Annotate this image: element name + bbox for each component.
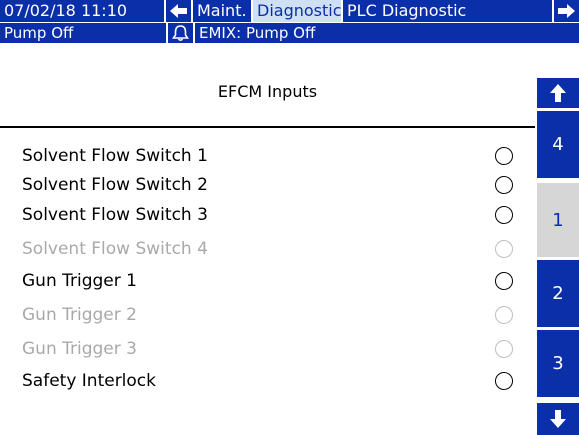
input-label: Gun Trigger 3 xyxy=(22,339,137,359)
input-label: Solvent Flow Switch 4 xyxy=(22,239,208,259)
input-row: Safety Interlock xyxy=(22,368,522,394)
input-row: Solvent Flow Switch 2 xyxy=(22,172,522,198)
status-indicator-icon xyxy=(495,272,513,290)
scroll-down-button[interactable] xyxy=(537,403,579,435)
input-label: Gun Trigger 2 xyxy=(22,305,137,325)
side-tab-3[interactable]: 3 xyxy=(537,330,579,397)
datetime: 07/02/18 11:10 xyxy=(0,0,164,22)
forward-button[interactable] xyxy=(554,0,579,22)
status-indicator-icon xyxy=(495,176,513,194)
input-label: Solvent Flow Switch 1 xyxy=(22,146,208,166)
input-label: Solvent Flow Switch 2 xyxy=(22,175,208,195)
input-label: Solvent Flow Switch 3 xyxy=(22,205,208,225)
up-arrow-icon xyxy=(550,84,566,102)
input-row: Solvent Flow Switch 3 xyxy=(22,202,522,228)
side-tab-2[interactable]: 2 xyxy=(537,260,579,327)
input-row: Gun Trigger 1 xyxy=(22,268,522,294)
page-title: EFCM Inputs xyxy=(217,82,318,101)
pump-status: Pump Off xyxy=(0,23,166,43)
input-label: Safety Interlock xyxy=(22,371,156,391)
status-indicator-icon xyxy=(495,240,513,258)
scroll-up-button[interactable] xyxy=(537,78,579,108)
input-row: Gun Trigger 3 xyxy=(22,336,522,362)
status-indicator-icon xyxy=(495,340,513,358)
tab-diagnostic[interactable]: Diagnostic xyxy=(253,0,341,22)
tab-maint[interactable]: Maint. xyxy=(193,0,251,22)
left-arrow-icon xyxy=(170,4,187,18)
input-row: Solvent Flow Switch 1 xyxy=(22,143,522,169)
status-indicator-icon xyxy=(495,372,513,390)
input-row: Gun Trigger 2 xyxy=(22,302,522,328)
side-tab-4[interactable]: 4 xyxy=(537,111,579,178)
bell-icon xyxy=(172,25,189,42)
input-row: Solvent Flow Switch 4 xyxy=(22,236,522,262)
status-indicator-icon xyxy=(495,306,513,324)
side-tab-1[interactable]: 1 xyxy=(537,183,579,257)
status-indicator-icon xyxy=(495,206,513,224)
right-arrow-icon xyxy=(558,4,575,18)
title-divider xyxy=(0,126,535,128)
status-message: EMIX: Pump Off xyxy=(195,23,579,43)
input-label: Gun Trigger 1 xyxy=(22,271,137,291)
status-indicator-icon xyxy=(495,147,513,165)
down-arrow-icon xyxy=(550,410,566,428)
tab-plc-diagnostic[interactable]: PLC Diagnostic xyxy=(343,0,552,22)
alarm-button[interactable] xyxy=(168,23,193,43)
back-button[interactable] xyxy=(166,0,191,22)
